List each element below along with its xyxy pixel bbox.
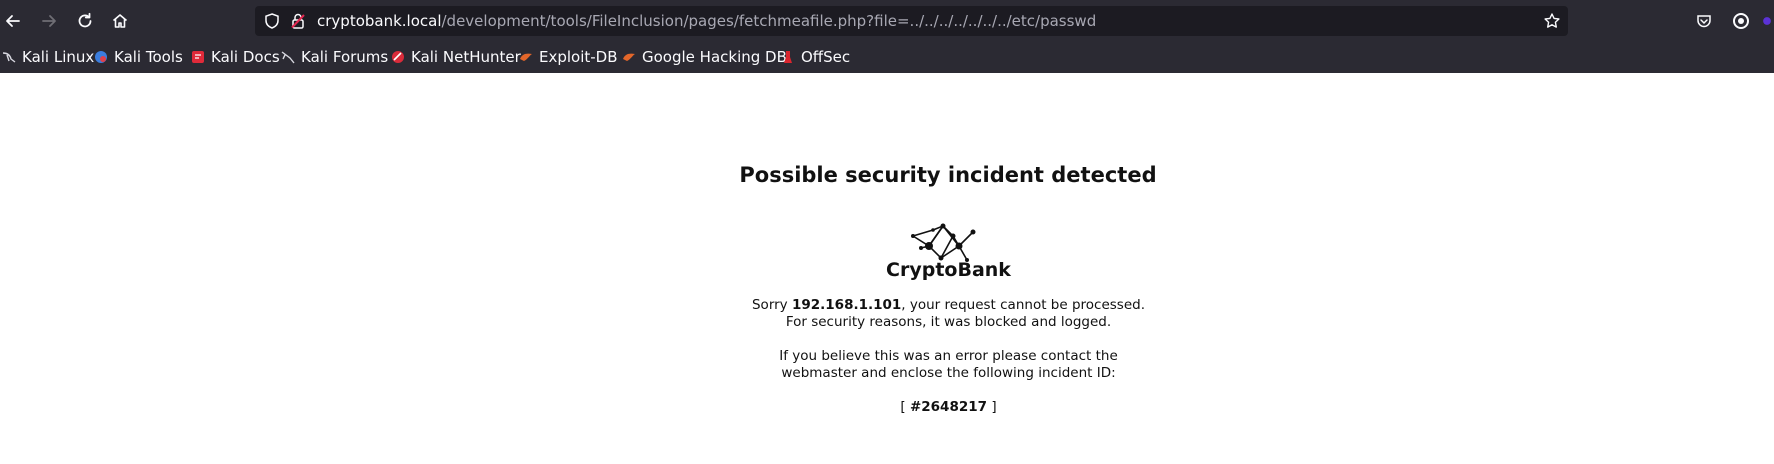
back-arrow-icon: [6, 15, 20, 27]
shield-icon[interactable]: [263, 12, 281, 30]
exploit-db-icon: [520, 53, 532, 61]
incident-bracket-close: ]: [987, 399, 997, 415]
bookmark-label: Kali Tools: [114, 48, 183, 66]
ghdb-icon: [623, 53, 635, 61]
pocket-icon: [1697, 15, 1711, 28]
bookmark-kali-tools[interactable]: Kali Tools: [94, 46, 183, 68]
bookmark-kali-linux[interactable]: Kali Linux: [2, 46, 94, 68]
reload-icon: [78, 12, 92, 28]
bookmark-label: Kali NetHunter: [411, 48, 521, 66]
kali-docs-icon: [192, 51, 204, 63]
kali-forums-icon: [281, 51, 295, 64]
bookmark-label: OffSec: [801, 48, 851, 66]
home-button[interactable]: [108, 9, 132, 33]
bookmark-star-icon[interactable]: [1543, 12, 1561, 30]
kali-tools-icon: [95, 51, 107, 63]
bookmark-label: Google Hacking DB: [642, 48, 787, 66]
bookmark-label: Kali Forums: [301, 48, 389, 66]
bookmark-kali-docs[interactable]: Kali Docs: [191, 46, 280, 68]
sorry-prefix: Sorry: [751, 297, 792, 313]
extension-icon: [1763, 17, 1771, 25]
incident-bracket-open: [: [900, 399, 910, 415]
bookmarks-toolbar: Kali Linux Kali Tools Kali Docs Kali For…: [0, 42, 1774, 73]
url-path: /development/tools/FileInclusion/pages/f…: [441, 12, 1097, 30]
url-host: cryptobank.local: [317, 12, 442, 30]
url-text[interactable]: cryptobank.local/development/tools/FileI…: [317, 6, 1096, 36]
page-content: Possible security incident detected Cryp…: [0, 73, 1774, 464]
client-ip: 192.168.1.101: [791, 297, 902, 313]
kali-dragon-icon: [2, 52, 16, 63]
reload-button[interactable]: [73, 9, 97, 33]
home-icon: [112, 14, 128, 28]
bookmark-kali-nethunter[interactable]: Kali NetHunter: [391, 46, 521, 68]
account-button[interactable]: [1729, 9, 1753, 33]
address-bar[interactable]: cryptobank.local/development/tools/FileI…: [255, 6, 1568, 36]
offsec-icon: [784, 51, 792, 63]
account-icon: [1733, 13, 1749, 29]
bookmark-exploit-db[interactable]: Exploit-DB: [519, 46, 618, 68]
bookmark-label: Kali Docs: [211, 48, 280, 66]
bookmark-kali-forums[interactable]: Kali Forums: [281, 46, 388, 68]
incident-id: #2648217: [909, 399, 988, 415]
browser-chrome: cryptobank.local/development/tools/FileI…: [0, 0, 1774, 73]
forward-button[interactable]: [37, 9, 61, 33]
bookmark-label: Kali Linux: [22, 48, 95, 66]
error-message-line-1: If you believe this was an error please …: [779, 348, 1118, 364]
navigation-toolbar: cryptobank.local/development/tools/FileI…: [0, 0, 1774, 42]
pocket-button[interactable]: [1692, 9, 1716, 33]
bookmark-google-hacking-db[interactable]: Google Hacking DB: [622, 46, 787, 68]
brand-name: CryptoBank: [886, 259, 1011, 281]
sorry-suffix: , your request cannot be processed.: [901, 297, 1145, 313]
page-title: Possible security incident detected: [739, 163, 1157, 187]
kali-nethunter-icon: [392, 51, 404, 63]
incident-id-line: [ #2648217 ]: [0, 399, 1774, 416]
blocked-message: For security reasons, it was blocked and…: [785, 314, 1112, 330]
bookmark-offsec[interactable]: OffSec: [781, 46, 850, 68]
sorry-message: Sorry 192.168.1.101, your request cannot…: [0, 297, 1774, 314]
forward-arrow-icon: [42, 15, 56, 27]
insecure-lock-icon[interactable]: [289, 12, 307, 30]
back-button[interactable]: [1, 9, 25, 33]
bookmark-label: Exploit-DB: [539, 48, 618, 66]
error-message-line-2: webmaster and enclose the following inci…: [781, 365, 1116, 381]
extensions-button[interactable]: [1760, 9, 1774, 33]
